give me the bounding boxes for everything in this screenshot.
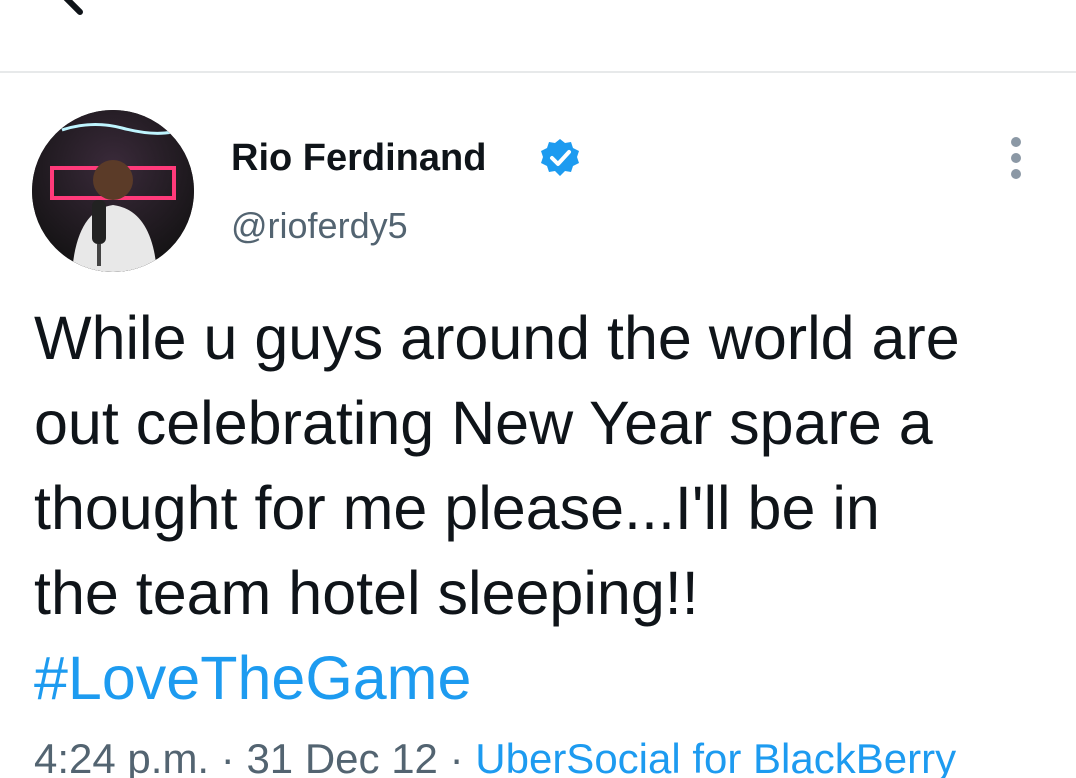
more-options-button[interactable] [994, 134, 1038, 182]
tweet-metadata: 4:24 p.m. · 31 Dec 12 · UberSocial for B… [34, 734, 956, 778]
meta-separator: · [220, 735, 235, 778]
tweet-source-link[interactable]: UberSocial for BlackBerry [475, 735, 956, 778]
tweet-time: 4:24 p.m. [34, 735, 210, 778]
author-name[interactable]: Rio Ferdinand [231, 136, 486, 180]
verified-badge-icon [538, 136, 582, 180]
arrow-left-icon [63, 0, 83, 15]
back-button[interactable] [44, 0, 104, 24]
avatar[interactable] [32, 110, 194, 272]
page-title: Tweet [218, 0, 373, 12]
more-vertical-icon [1011, 137, 1021, 179]
hashtag-link[interactable]: #LoveTheGame [34, 636, 471, 721]
author-handle[interactable]: @rioferdy5 [231, 204, 408, 248]
avatar-image [32, 110, 194, 272]
tweet-date: 31 Dec 12 [246, 735, 438, 778]
top-bar: Tweet [0, 0, 1076, 73]
meta-separator: · [449, 735, 464, 778]
tweet-text: While u guys around the world are out ce… [34, 304, 960, 627]
tweet-detail-page: Tweet Rio Ferdinand @rioferdy5 [0, 0, 1076, 778]
